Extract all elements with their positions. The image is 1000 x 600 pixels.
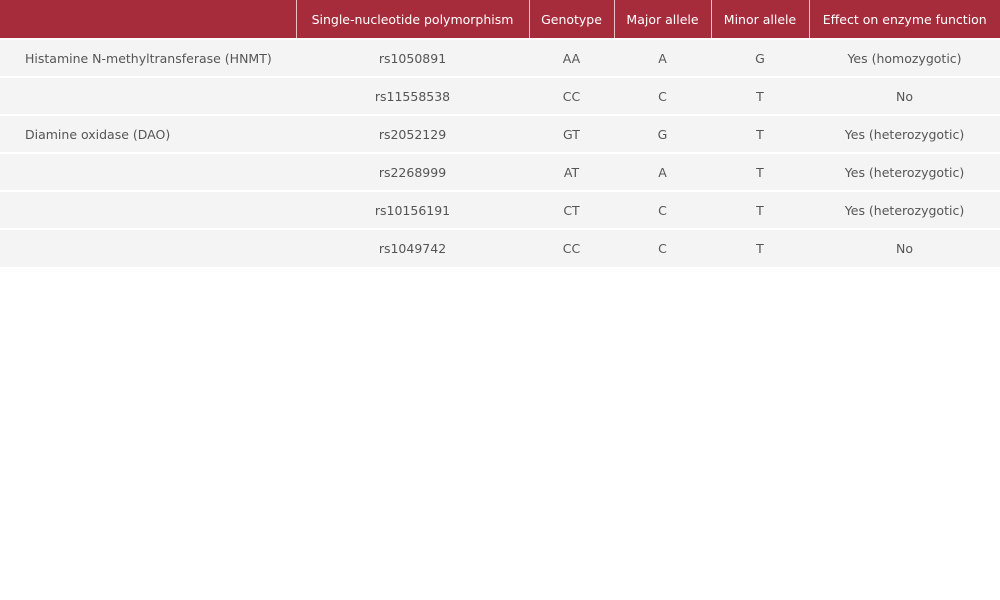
cell-minor-allele: T <box>756 126 764 142</box>
cell-snp: rs2268999 <box>378 164 447 180</box>
cell-minor-allele: T <box>756 88 764 104</box>
cell-major-allele: G <box>657 126 668 142</box>
table-row: rs1049742 CC C T No <box>0 229 1000 267</box>
cell-minor-allele: T <box>756 164 764 180</box>
cell-minor-allele: T <box>756 202 764 218</box>
table-row: rs10156191 CT C T Yes (heterozygotic) <box>0 191 1000 229</box>
header-major-allele: Major allele <box>614 0 712 39</box>
cell-enzyme <box>0 153 296 191</box>
header-snp: Single-nucleotide polymorphism <box>296 0 530 39</box>
cell-genotype: CT <box>563 202 580 218</box>
cell-enzyme: Histamine N-methyltransferase (HNMT) <box>25 50 272 66</box>
table-header-row: Single-nucleotide polymorphism Genotype … <box>0 0 1000 39</box>
cell-snp: rs11558538 <box>374 88 451 104</box>
snp-table-container: Single-nucleotide polymorphism Genotype … <box>0 0 1000 267</box>
cell-effect: No <box>896 241 913 256</box>
cell-effect: Yes (heterozygotic) <box>844 126 965 142</box>
cell-effect: Yes (heterozygotic) <box>844 202 965 218</box>
cell-snp: rs1049742 <box>378 241 447 256</box>
cell-enzyme <box>0 229 296 267</box>
cell-minor-allele: T <box>756 241 764 256</box>
table-row: Histamine N-methyltransferase (HNMT) rs1… <box>0 39 1000 77</box>
cell-major-allele: C <box>658 202 667 218</box>
header-genotype: Genotype <box>529 0 615 39</box>
cell-genotype: AT <box>563 164 580 180</box>
table-row: rs11558538 CC C T No <box>0 77 1000 115</box>
table-row: rs2268999 AT A T Yes (heterozygotic) <box>0 153 1000 191</box>
cell-effect: Yes (heterozygotic) <box>844 164 965 180</box>
cell-enzyme <box>0 77 296 115</box>
cell-enzyme <box>0 191 296 229</box>
cell-snp: rs10156191 <box>374 202 451 218</box>
cell-enzyme: Diamine oxidase (DAO) <box>25 126 171 142</box>
cell-major-allele: C <box>658 241 667 256</box>
cell-major-allele: A <box>658 164 667 180</box>
cell-major-allele: A <box>658 50 667 66</box>
cell-effect: Yes (homozygotic) <box>847 50 962 66</box>
cell-genotype: AA <box>562 50 581 66</box>
table-row: Diamine oxidase (DAO) rs2052129 GT G T Y… <box>0 115 1000 153</box>
cell-genotype: GT <box>563 126 580 142</box>
header-enzyme <box>0 0 297 39</box>
cell-minor-allele: G <box>755 50 765 66</box>
snp-table: Single-nucleotide polymorphism Genotype … <box>0 0 1000 267</box>
cell-effect: No <box>896 88 913 104</box>
cell-genotype: CC <box>562 241 581 256</box>
cell-snp: rs1050891 <box>378 50 447 66</box>
cell-snp: rs2052129 <box>378 126 447 142</box>
cell-genotype: CC <box>562 88 581 104</box>
header-effect: Effect on enzyme function <box>822 11 987 27</box>
cell-major-allele: C <box>658 88 667 104</box>
header-minor-allele: Minor allele <box>711 0 810 39</box>
